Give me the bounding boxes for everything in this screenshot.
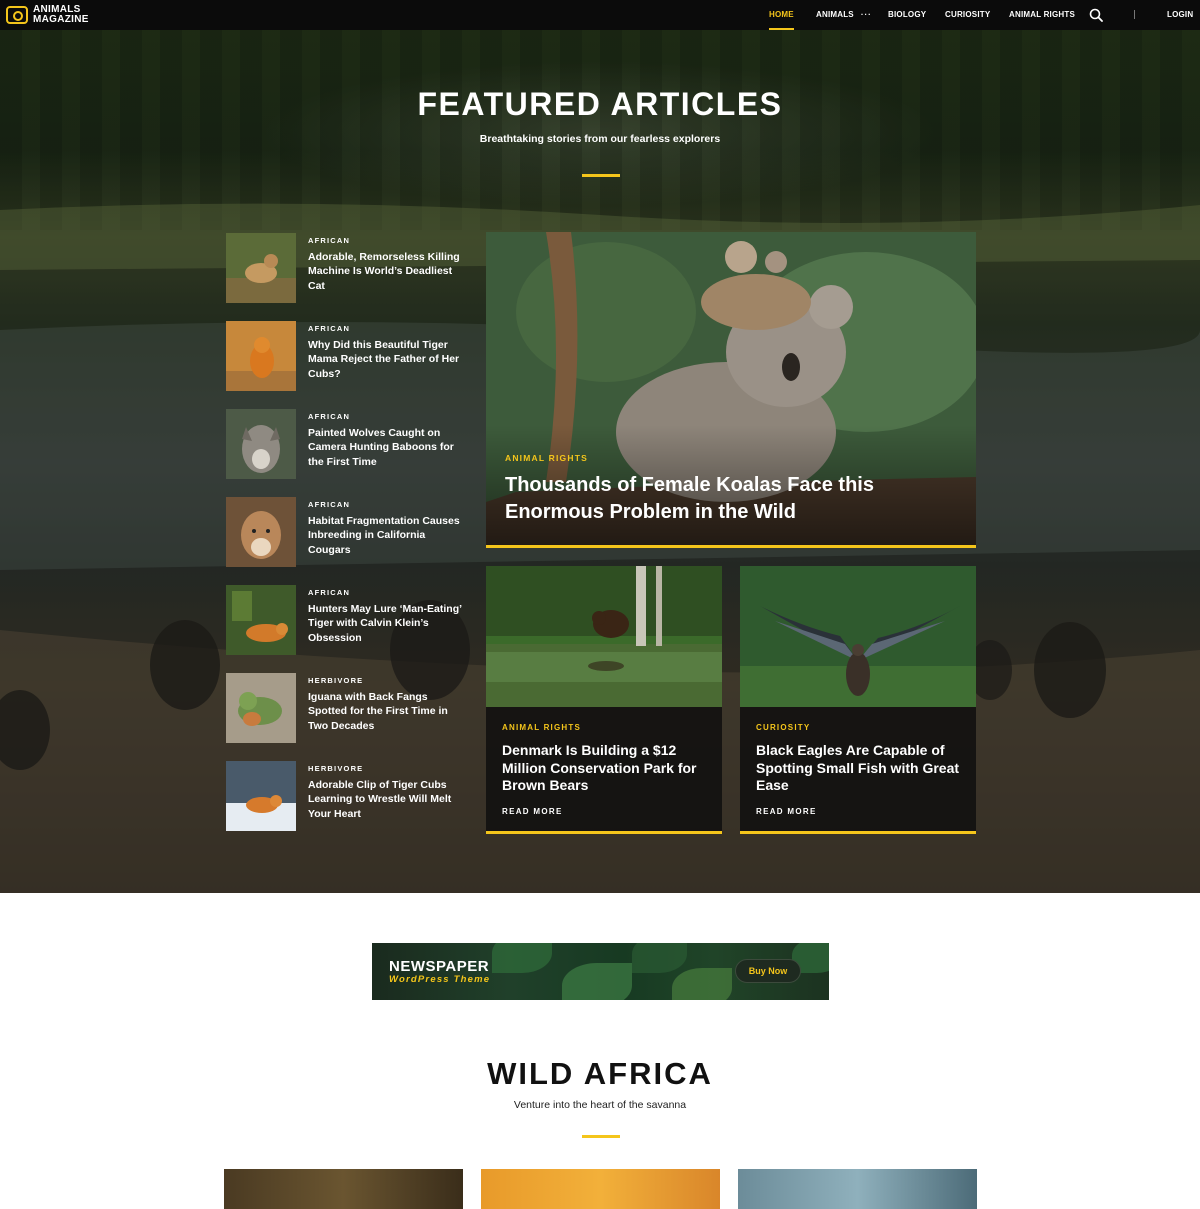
logo-line-2: MAGAZINE <box>33 14 89 25</box>
list-item[interactable]: AFRICAN Adorable, Remorseless Killing Ma… <box>226 233 466 303</box>
logo-icon <box>6 6 28 24</box>
list-item-title[interactable]: Adorable Clip of Tiger Cubs Learning to … <box>308 778 463 821</box>
list-item[interactable]: AFRICAN Why Did this Beautiful Tiger Mam… <box>226 321 466 391</box>
section-subtitle: Breathtaking stories from our fearless e… <box>479 133 721 145</box>
list-item-category[interactable]: AFRICAN <box>308 324 350 333</box>
list-item[interactable]: AFRICAN Hunters May Lure ‘Man-Eating’ Ti… <box>226 585 466 655</box>
ad-subtitle: WordPress Theme <box>389 974 491 985</box>
featured-articles-section: FEATURED ARTICLES Breathtaking stories f… <box>0 30 1200 893</box>
nav-item-biology[interactable]: BIOLOGY <box>888 0 926 30</box>
tiger-in-grass-thumbnail[interactable] <box>226 585 296 655</box>
section-title: FEATURED ARTICLES <box>417 86 783 122</box>
list-item-category[interactable]: AFRICAN <box>308 588 350 597</box>
list-item[interactable]: HERBIVORE Iguana with Back Fangs Spotted… <box>226 673 466 743</box>
nav-divider <box>1134 10 1135 19</box>
wild-africa-card-image[interactable] <box>738 1169 977 1209</box>
list-item-title[interactable]: Why Did this Beautiful Tiger Mama Reject… <box>308 338 463 381</box>
tiger-thumbnail[interactable] <box>226 321 296 391</box>
nav-item-animal-rights[interactable]: ANIMAL RIGHTS <box>1009 0 1075 30</box>
read-more-link[interactable]: READ MORE <box>502 807 563 816</box>
nav-item-home[interactable]: HOME <box>769 0 794 30</box>
cat-thumbnail[interactable] <box>226 233 296 303</box>
list-item-title[interactable]: Iguana with Back Fangs Spotted for the F… <box>308 690 463 733</box>
list-item[interactable]: HERBIVORE Adorable Clip of Tiger Cubs Le… <box>226 761 466 831</box>
list-item-category[interactable]: AFRICAN <box>308 236 350 245</box>
article-card-eagles[interactable]: CURIOSITY Black Eagles Are Capable of Sp… <box>740 566 976 834</box>
list-item-category[interactable]: AFRICAN <box>308 412 350 421</box>
eagle-image[interactable] <box>740 566 976 707</box>
iguana-thumbnail[interactable] <box>226 673 296 743</box>
card-category[interactable]: ANIMAL RIGHTS <box>502 723 581 732</box>
wolf-thumbnail[interactable] <box>226 409 296 479</box>
top-navigation-bar: ANIMALS MAGAZINE HOME ANIMALS ··· BIOLOGY… <box>0 0 1200 30</box>
card-title[interactable]: Black Eagles Are Capable of Spotting Sma… <box>756 742 966 795</box>
wild-africa-card-image[interactable] <box>224 1169 463 1209</box>
read-more-link[interactable]: READ MORE <box>756 807 817 816</box>
article-card-bears[interactable]: ANIMAL RIGHTS Denmark Is Building a $12 … <box>486 566 722 834</box>
list-item-title[interactable]: Adorable, Remorseless Killing Machine Is… <box>308 250 463 293</box>
list-item-title[interactable]: Habitat Fragmentation Causes Inbreeding … <box>308 514 463 557</box>
list-item-category[interactable]: HERBIVORE <box>308 764 363 773</box>
wild-africa-title: WILD AFRICA <box>487 1056 713 1091</box>
list-item[interactable]: AFRICAN Habitat Fragmentation Causes Inb… <box>226 497 466 567</box>
list-item-title[interactable]: Painted Wolves Caught on Camera Hunting … <box>308 426 463 469</box>
nav-item-curiosity[interactable]: CURIOSITY <box>945 0 990 30</box>
site-logo[interactable]: ANIMALS MAGAZINE <box>6 4 89 26</box>
buy-now-button[interactable]: Buy Now <box>735 959 801 983</box>
login-link[interactable]: LOGIN <box>1167 0 1193 30</box>
wild-africa-underline <box>582 1135 620 1138</box>
nav-item-animals[interactable]: ANIMALS ··· <box>816 0 872 30</box>
featured-title[interactable]: Thousands of Female Koalas Face this Eno… <box>505 472 925 526</box>
wild-africa-card-image[interactable] <box>481 1169 720 1209</box>
ad-title: NEWSPAPER <box>389 958 490 975</box>
featured-category[interactable]: ANIMAL RIGHTS <box>505 453 588 463</box>
card-category[interactable]: CURIOSITY <box>756 723 810 732</box>
newspaper-theme-ad-banner[interactable]: NEWSPAPER WordPress Theme Buy Now <box>372 943 829 1000</box>
list-item[interactable]: AFRICAN Painted Wolves Caught on Camera … <box>226 409 466 479</box>
featured-article-card[interactable]: ANIMAL RIGHTS Thousands of Female Koalas… <box>486 232 976 548</box>
tiger-cubs-thumbnail[interactable] <box>226 761 296 831</box>
card-title[interactable]: Denmark Is Building a $12 Million Conser… <box>502 742 712 795</box>
title-underline <box>582 174 620 177</box>
more-dots-icon: ··· <box>860 10 872 19</box>
nav-item-animals-label: ANIMALS <box>816 10 854 19</box>
list-item-title[interactable]: Hunters May Lure ‘Man-Eating’ Tiger with… <box>308 602 463 645</box>
list-item-category[interactable]: HERBIVORE <box>308 676 363 685</box>
cougar-thumbnail[interactable] <box>226 497 296 567</box>
wild-africa-subtitle: Venture into the heart of the savanna <box>513 1099 687 1111</box>
search-icon[interactable] <box>1089 8 1103 22</box>
list-item-category[interactable]: AFRICAN <box>308 500 350 509</box>
bear-image[interactable] <box>486 566 722 707</box>
